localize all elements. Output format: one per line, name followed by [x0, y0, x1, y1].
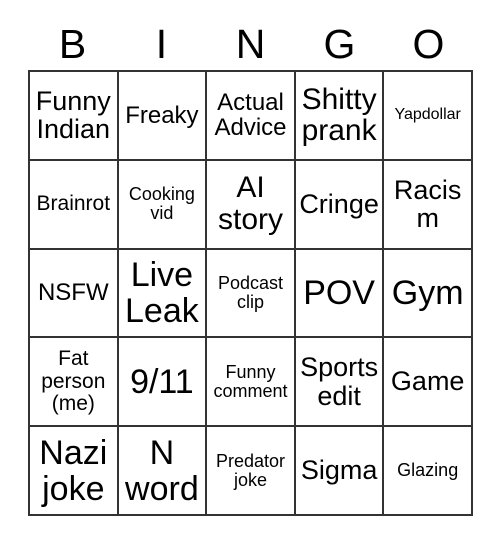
bingo-grid: Funny Indian Freaky Actual Advice Shitty pr… [28, 70, 473, 516]
bingo-cell-r4c2[interactable]: 9/11 [118, 338, 208, 428]
bingo-cell-label: Freaky [125, 101, 199, 129]
bingo-cell-label: Game [390, 366, 465, 397]
bingo-cell-label: POV [303, 273, 375, 312]
bingo-cell-r4c5[interactable]: Game [384, 338, 473, 428]
bingo-cell-label: Shitty prank [301, 82, 377, 148]
bingo-cell-r4c4[interactable]: Sports edit [295, 338, 385, 428]
bingo-header-letter-n: N [235, 20, 266, 67]
bingo-cell-r5c2[interactable]: N word [118, 427, 208, 516]
bingo-cell-label: Cooking vid [128, 184, 195, 224]
bingo-cell-label: AI story [217, 171, 283, 237]
bingo-cell-label: Sports edit [300, 352, 379, 411]
bingo-cell-r2c5[interactable]: Racism [384, 160, 473, 250]
bingo-cell-r2c3[interactable]: AI story [207, 160, 296, 250]
bingo-cell-r3c4[interactable]: POV [295, 249, 385, 339]
bingo-header-letter-b: B [58, 20, 87, 67]
bingo-cell-label: Sigma [300, 455, 378, 486]
bingo-cell-r1c5[interactable]: Yapdollar [384, 72, 473, 161]
bingo-cell-r3c2[interactable]: Live Leak [118, 249, 208, 339]
bingo-cell-label: Gym [391, 273, 464, 312]
bingo-cell-label: Predator joke [215, 450, 286, 490]
bingo-card: B I N G O Funny Indian Freaky Actual Advic… [0, 0, 500, 544]
bingo-cell-r4c3[interactable]: Funny comment [207, 338, 296, 428]
bingo-cell-r2c2[interactable]: Cooking vid [118, 160, 208, 250]
bingo-cell-r1c2[interactable]: Freaky [118, 72, 208, 161]
bingo-cell-r5c3[interactable]: Predator joke [207, 427, 296, 516]
bingo-cell-label: Actual Advice [214, 88, 287, 142]
bingo-cell-r5c1[interactable]: Nazi joke [30, 427, 119, 516]
bingo-cell-label: Racism [393, 174, 462, 234]
bingo-header-row: B I N G O [28, 18, 473, 70]
bingo-cell-label: Cringe [299, 188, 379, 219]
bingo-cell-label: Funny comment [213, 361, 288, 401]
bingo-cell-r5c4[interactable]: Sigma [295, 427, 385, 516]
bingo-cell-r1c1[interactable]: Funny Indian [30, 72, 119, 161]
bingo-cell-r2c1[interactable]: Brainrot [30, 160, 119, 250]
bingo-cell-r3c3[interactable]: Podcast clip [207, 249, 296, 339]
bingo-cell-label: N word [125, 433, 199, 508]
bingo-cell-r1c4[interactable]: Shitty prank [295, 72, 385, 161]
bingo-cell-r5c5[interactable]: Glazing [384, 427, 473, 516]
bingo-cell-label: Fat person (me) [41, 347, 106, 415]
bingo-cell-label: Glazing [397, 460, 459, 481]
bingo-cell-label: Live Leak [125, 255, 199, 330]
bingo-header-letter-o: O [412, 20, 445, 67]
bingo-cell-label: Podcast clip [217, 272, 284, 312]
bingo-cell-r3c1[interactable]: NSFW [30, 249, 119, 339]
bingo-cell-label: Yapdollar [394, 105, 461, 123]
bingo-cell-label: Funny Indian [35, 85, 111, 145]
bingo-cell-label: 9/11 [130, 362, 194, 401]
bingo-header-letter-g: G [323, 20, 356, 67]
bingo-cell-r4c1[interactable]: Fat person (me) [30, 338, 119, 428]
bingo-cell-label: Nazi joke [39, 433, 108, 508]
bingo-cell-label: Brainrot [36, 192, 111, 216]
bingo-header-letter-i: I [155, 20, 168, 67]
bingo-cell-r2c4[interactable]: Cringe [295, 160, 385, 250]
bingo-cell-label: NSFW [37, 279, 109, 307]
bingo-cell-r3c5[interactable]: Gym [384, 249, 473, 339]
bingo-cell-r1c3[interactable]: Actual Advice [207, 72, 296, 161]
